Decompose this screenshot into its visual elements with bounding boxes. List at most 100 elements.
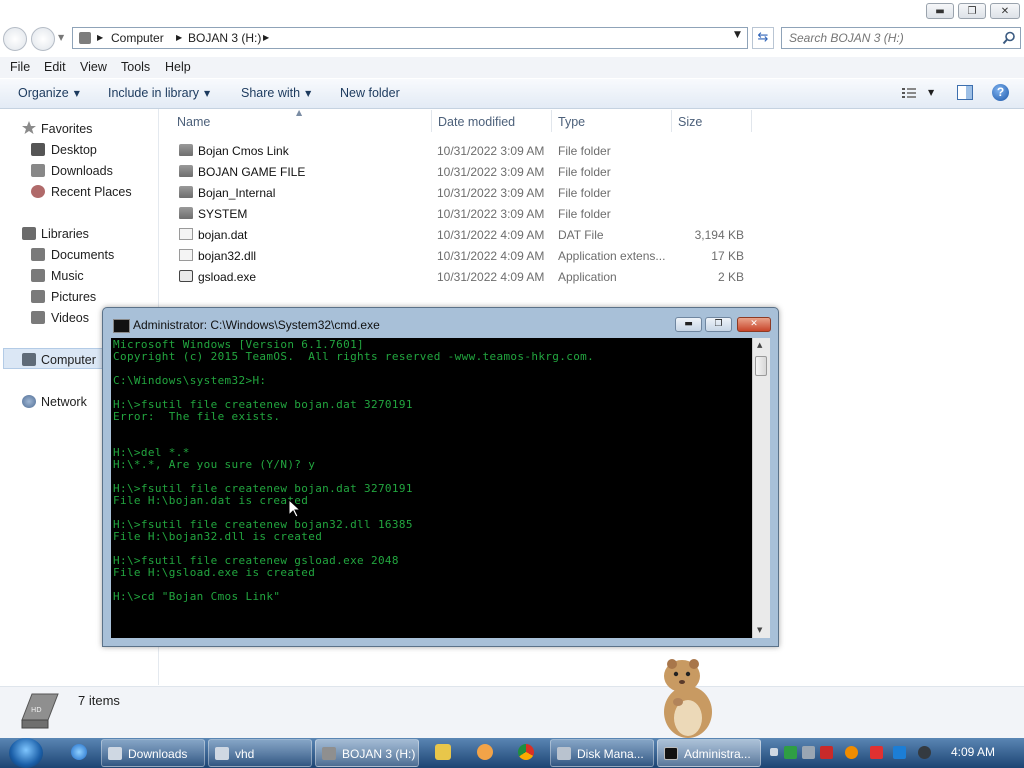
nav-favorites[interactable]: Favorites bbox=[41, 122, 92, 136]
file-row[interactable]: BOJAN GAME FILE 10/31/2022 3:09 AM File … bbox=[170, 161, 760, 182]
scroll-down-icon[interactable]: ▼ bbox=[757, 626, 762, 634]
back-button[interactable] bbox=[3, 27, 27, 51]
minimize-button[interactable]: ▬ bbox=[926, 3, 954, 19]
organize-button[interactable]: Organize ▼ bbox=[18, 86, 80, 100]
volume-tray-icon[interactable] bbox=[918, 746, 931, 759]
taskbar-label: Administra... bbox=[684, 747, 751, 761]
column-divider[interactable] bbox=[751, 110, 752, 132]
nav-network[interactable]: Network bbox=[41, 395, 87, 409]
menu-tools[interactable]: Tools bbox=[121, 60, 150, 74]
explorer-icon bbox=[215, 747, 229, 760]
show-hidden-icons-icon[interactable] bbox=[770, 748, 778, 756]
menu-view[interactable]: View bbox=[80, 60, 107, 74]
nav-pictures[interactable]: Pictures bbox=[51, 290, 96, 304]
file-row[interactable]: SYSTEM 10/31/2022 3:09 AM File folder bbox=[170, 203, 760, 224]
nav-computer[interactable]: Computer bbox=[41, 353, 96, 367]
taskbar-item-downloads[interactable]: Downloads bbox=[101, 739, 205, 767]
display-tray-icon[interactable] bbox=[893, 746, 906, 759]
nav-downloads[interactable]: Downloads bbox=[51, 164, 113, 178]
start-button[interactable] bbox=[9, 738, 43, 768]
close-button[interactable]: ✕ bbox=[990, 3, 1020, 19]
file-icon bbox=[179, 228, 193, 240]
breadcrumb-drive[interactable]: BOJAN 3 (H:) bbox=[188, 31, 261, 45]
utility-app-icon[interactable] bbox=[477, 744, 493, 760]
taskbar-item-disk-management[interactable]: Disk Mana... bbox=[550, 739, 654, 767]
downloads-icon bbox=[31, 164, 45, 177]
view-dropdown-icon[interactable]: ▼ bbox=[928, 88, 934, 97]
cmd-maximize-button[interactable]: ❐ bbox=[705, 317, 732, 332]
console-area[interactable]: Microsoft Windows [Version 6.1.7601] Cop… bbox=[111, 338, 752, 638]
nav-videos[interactable]: Videos bbox=[51, 311, 89, 325]
column-divider[interactable] bbox=[671, 110, 672, 132]
nav-documents[interactable]: Documents bbox=[51, 248, 114, 262]
nav-music[interactable]: Music bbox=[51, 269, 84, 283]
column-header-size[interactable]: Size bbox=[678, 115, 702, 129]
search-icon[interactable] bbox=[1002, 31, 1016, 45]
search-box[interactable] bbox=[781, 27, 1021, 49]
mouse-cursor-icon bbox=[289, 500, 301, 518]
breadcrumb-computer[interactable]: Computer bbox=[111, 31, 164, 45]
file-name: gsload.exe bbox=[198, 270, 257, 284]
view-options-icon[interactable] bbox=[902, 87, 916, 99]
file-row[interactable]: bojan32.dll 10/31/2022 4:09 AM Applicati… bbox=[170, 245, 760, 266]
share-with-button[interactable]: Share with ▼ bbox=[241, 86, 311, 100]
videos-icon bbox=[31, 311, 45, 324]
nav-desktop[interactable]: Desktop bbox=[51, 143, 97, 157]
column-divider[interactable] bbox=[431, 110, 432, 132]
internet-explorer-icon[interactable] bbox=[71, 744, 87, 760]
scroll-up-icon[interactable]: ▲ bbox=[757, 341, 762, 349]
column-header-date[interactable]: Date modified bbox=[438, 115, 515, 129]
drive-icon: HD bbox=[21, 693, 59, 729]
flag-tray-icon[interactable] bbox=[870, 746, 883, 759]
tools-tray-icon[interactable] bbox=[820, 746, 833, 759]
search-input[interactable] bbox=[782, 28, 1003, 48]
file-type: Application bbox=[558, 270, 617, 284]
address-bar[interactable]: ▶ Computer ▶ BOJAN 3 (H:) ▶ bbox=[72, 27, 748, 49]
file-row[interactable]: bojan.dat 10/31/2022 4:09 AM DAT File 3,… bbox=[170, 224, 760, 245]
taskbar-item-vhd[interactable]: vhd bbox=[208, 739, 312, 767]
new-folder-button[interactable]: New folder bbox=[340, 86, 400, 100]
cmd-scrollbar[interactable]: ▲ ▼ bbox=[752, 338, 770, 638]
file-date: 10/31/2022 3:09 AM bbox=[437, 186, 545, 200]
address-dropdown-icon[interactable]: ▼ bbox=[734, 30, 741, 40]
column-header-type[interactable]: Type bbox=[558, 115, 585, 129]
desktop-icon bbox=[31, 143, 45, 156]
chevron-down-icon: ▼ bbox=[305, 89, 312, 98]
cmd-window[interactable]: Administrator: C:\Windows\System32\cmd.e… bbox=[102, 307, 779, 647]
recent-pages-dropdown-icon[interactable]: ▼ bbox=[58, 33, 64, 42]
chevron-right-icon: ▶ bbox=[97, 33, 104, 42]
menu-file[interactable]: File bbox=[10, 60, 30, 74]
forward-button[interactable] bbox=[31, 27, 55, 51]
search-tray-icon[interactable] bbox=[845, 746, 858, 759]
taskbar-item-bojan-drive[interactable]: BOJAN 3 (H:) bbox=[315, 739, 419, 767]
menu-help[interactable]: Help bbox=[165, 60, 191, 74]
maximize-button[interactable]: ❐ bbox=[958, 3, 986, 19]
help-icon[interactable]: ? bbox=[992, 84, 1009, 101]
media-player-icon[interactable] bbox=[435, 744, 451, 760]
preview-pane-icon[interactable] bbox=[957, 85, 973, 100]
documents-icon bbox=[31, 248, 45, 261]
refresh-button[interactable]: ⇆ bbox=[752, 27, 774, 49]
network-tray-icon[interactable] bbox=[802, 746, 815, 759]
file-date: 10/31/2022 3:09 AM bbox=[437, 207, 545, 221]
scroll-thumb[interactable] bbox=[755, 356, 767, 376]
taskbar-item-administrator-cmd[interactable]: Administra... bbox=[657, 739, 761, 767]
include-in-library-label: Include in library bbox=[108, 86, 200, 100]
nav-libraries[interactable]: Libraries bbox=[41, 227, 89, 241]
cmd-window-title: Administrator: C:\Windows\System32\cmd.e… bbox=[133, 318, 380, 332]
include-in-library-button[interactable]: Include in library ▼ bbox=[108, 86, 210, 100]
clock[interactable]: 4:09 AM bbox=[951, 745, 995, 759]
taskbar-label: Downloads bbox=[128, 747, 188, 761]
chrome-icon[interactable] bbox=[518, 744, 534, 760]
file-row[interactable]: Bojan Cmos Link 10/31/2022 3:09 AM File … bbox=[170, 140, 760, 161]
nav-recent-places[interactable]: Recent Places bbox=[51, 185, 132, 199]
column-divider[interactable] bbox=[551, 110, 552, 132]
cmd-close-button[interactable]: ✕ bbox=[737, 317, 771, 332]
column-header-name[interactable]: Name bbox=[177, 115, 210, 129]
cmd-minimize-button[interactable]: ▬ bbox=[675, 317, 702, 332]
taskbar-label: vhd bbox=[235, 747, 255, 761]
security-tray-icon[interactable] bbox=[784, 746, 797, 759]
file-row[interactable]: Bojan_Internal 10/31/2022 3:09 AM File f… bbox=[170, 182, 760, 203]
file-row[interactable]: gsload.exe 10/31/2022 4:09 AM Applicatio… bbox=[170, 266, 760, 287]
menu-edit[interactable]: Edit bbox=[44, 60, 66, 74]
